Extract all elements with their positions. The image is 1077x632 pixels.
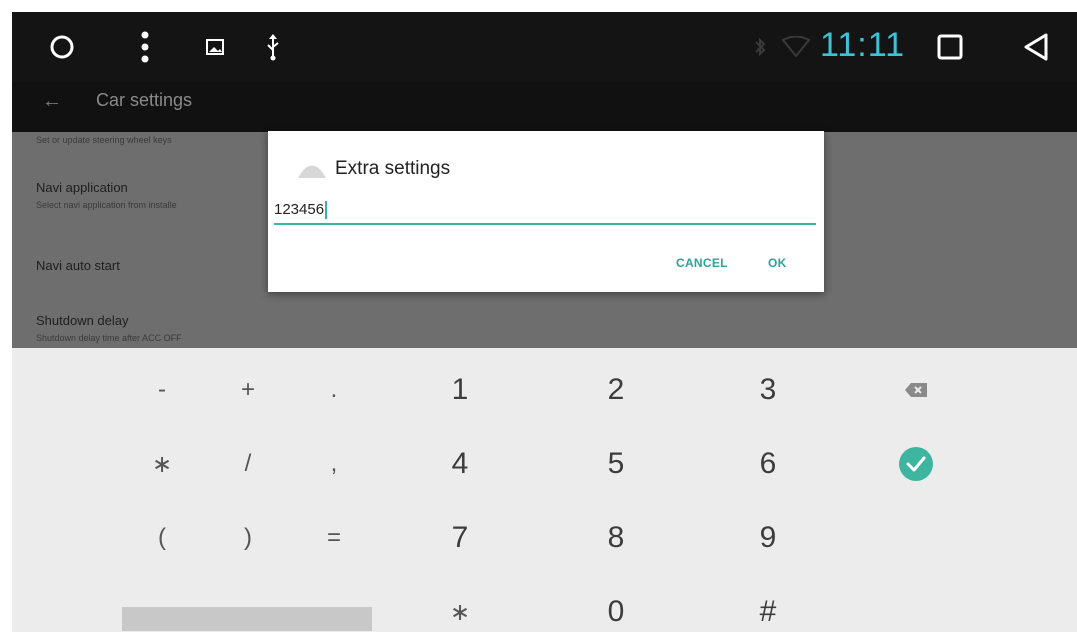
- back-arrow-icon[interactable]: ←: [42, 90, 62, 113]
- numeric-keyboard: - + . 1 2 3 ∗ / , 4 5 6 ( ) = 7 8 9 ∗ 0 …: [12, 348, 1077, 632]
- setting-subtitle: Select navi application from installe: [36, 200, 177, 210]
- menu-dots-icon[interactable]: [130, 12, 160, 82]
- key-plus[interactable]: +: [218, 360, 278, 420]
- image-icon: [200, 12, 230, 82]
- page-title: Car settings: [96, 90, 193, 110]
- key-3[interactable]: 3: [738, 360, 798, 420]
- key-asterisk[interactable]: ∗: [132, 434, 192, 494]
- done-check-icon[interactable]: [886, 434, 946, 494]
- key-1[interactable]: 1: [430, 360, 490, 420]
- setting-title-navi-auto-start[interactable]: Navi auto start: [36, 258, 120, 273]
- key-hash[interactable]: #: [738, 582, 798, 632]
- triangle-back-icon[interactable]: [1016, 12, 1056, 82]
- key-close-paren[interactable]: ): [218, 508, 278, 568]
- key-0[interactable]: 0: [586, 582, 646, 632]
- screen: 11:11 ← Car settings Set or update steer…: [12, 12, 1077, 632]
- key-minus[interactable]: -: [132, 360, 192, 420]
- ok-button[interactable]: OK: [768, 256, 787, 270]
- usb-icon: [258, 12, 288, 82]
- dialog-icon: [296, 159, 328, 184]
- key-comma[interactable]: ,: [304, 434, 364, 494]
- status-bar: 11:11: [12, 12, 1077, 82]
- key-6[interactable]: 6: [738, 434, 798, 494]
- key-7[interactable]: 7: [430, 508, 490, 568]
- key-2[interactable]: 2: [586, 360, 646, 420]
- bluetooth-icon: [750, 12, 770, 82]
- setting-title-shutdown-delay[interactable]: Shutdown delay: [36, 313, 129, 328]
- key-slash[interactable]: /: [218, 434, 278, 494]
- key-equals[interactable]: =: [304, 508, 364, 568]
- key-open-paren[interactable]: (: [132, 508, 192, 568]
- key-4[interactable]: 4: [430, 434, 490, 494]
- key-star[interactable]: ∗: [430, 582, 490, 632]
- dialog-title: Extra settings: [335, 158, 451, 179]
- setting-subtitle: Set or update steering wheel keys: [36, 135, 172, 145]
- text-caret: [325, 201, 327, 220]
- key-9[interactable]: 9: [738, 508, 798, 568]
- setting-title-navi-application[interactable]: Navi application: [36, 180, 128, 195]
- wifi-icon: [778, 12, 814, 82]
- key-period[interactable]: .: [304, 360, 364, 420]
- backspace-icon[interactable]: [886, 360, 946, 420]
- key-8[interactable]: 8: [586, 508, 646, 568]
- space-key[interactable]: [122, 607, 372, 631]
- setting-subtitle: Shutdown delay time after ACC OFF: [36, 333, 182, 343]
- input-value: 123456: [274, 201, 325, 218]
- password-input[interactable]: 123456: [274, 197, 816, 225]
- key-5[interactable]: 5: [586, 434, 646, 494]
- status-time: 11:11: [820, 26, 906, 64]
- cancel-button[interactable]: CANCEL: [676, 256, 728, 270]
- square-recents-icon[interactable]: [930, 12, 970, 82]
- circle-home-icon[interactable]: [42, 12, 82, 82]
- extra-settings-dialog: Extra settings 123456 CANCEL OK: [268, 131, 824, 292]
